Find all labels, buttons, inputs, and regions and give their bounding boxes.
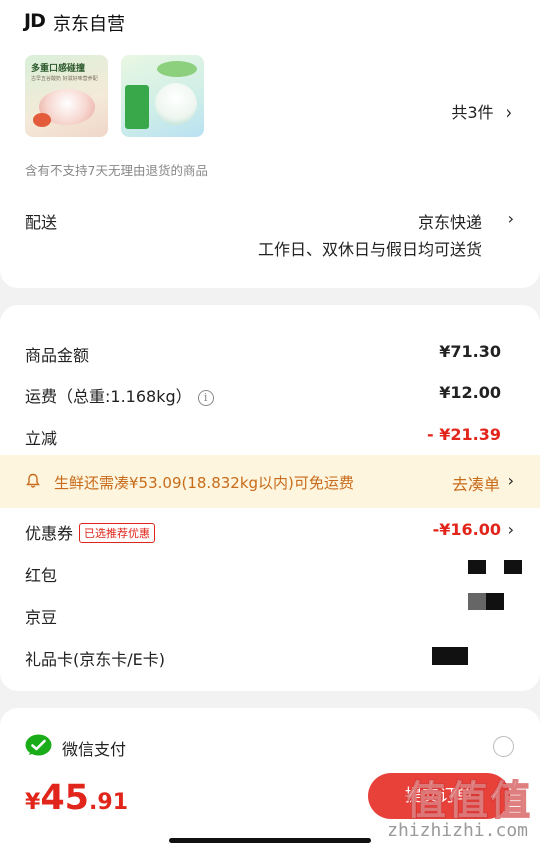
total-currency: ¥ bbox=[25, 790, 41, 815]
store-name: 京东自营 bbox=[53, 14, 125, 35]
coupon-value[interactable]: -¥16.00 bbox=[433, 520, 501, 539]
item-count[interactable]: 共3件 › bbox=[451, 99, 512, 124]
chevron-right-icon: › bbox=[505, 101, 512, 124]
payment-radio[interactable] bbox=[493, 736, 514, 757]
total-decimal: .91 bbox=[89, 790, 129, 815]
chevron-right-icon[interactable]: › bbox=[508, 471, 514, 490]
leaf-image bbox=[157, 61, 197, 77]
freight-label: 运费（总重:1.168kg） bbox=[25, 387, 192, 406]
free-shipping-banner[interactable]: 生鲜还需凑¥53.09(18.832kg以内)可免运费 去凑单 › bbox=[0, 455, 540, 508]
item-count-label: 共3件 bbox=[451, 103, 494, 122]
chevron-right-icon[interactable]: › bbox=[508, 209, 514, 228]
redacted-block bbox=[468, 593, 486, 610]
return-policy-notice: 含有不支持7天无理由退货的商品 bbox=[25, 163, 208, 178]
shipping-method[interactable]: 京东快递 bbox=[418, 209, 482, 233]
product-thumbnail-1[interactable]: 多重口感碰撞 古早五谷酸奶 好滋好味营养配 bbox=[25, 55, 108, 137]
thumbnail-subtext: 古早五谷酸奶 好滋好味营养配 bbox=[31, 76, 98, 82]
banner-text: 生鲜还需凑¥53.09(18.832kg以内)可免运费 bbox=[54, 474, 354, 492]
discount-value: - ¥21.39 bbox=[427, 425, 501, 444]
payment-method-label: 微信支付 bbox=[62, 740, 127, 759]
chevron-right-icon[interactable]: › bbox=[508, 520, 514, 539]
total-integer: 45 bbox=[40, 778, 90, 818]
product-thumbnail-2[interactable] bbox=[121, 55, 204, 137]
goods-amount-value: ¥71.30 bbox=[439, 342, 501, 361]
redacted-block bbox=[468, 560, 486, 574]
info-icon[interactable]: i bbox=[197, 390, 214, 406]
wechat-pay-icon bbox=[25, 734, 52, 756]
coupon-label: 优惠券 bbox=[25, 524, 74, 543]
freight-value: ¥12.00 bbox=[439, 383, 501, 402]
coupon-row[interactable]: 优惠券 已选推荐优惠 bbox=[25, 520, 156, 544]
freight-row: 运费（总重:1.168kg） i bbox=[25, 383, 214, 407]
redacted-block bbox=[486, 593, 504, 610]
redacted-block bbox=[504, 560, 522, 574]
jingdou-label: 京豆 bbox=[25, 608, 58, 627]
watermark-logo: 值值值 bbox=[405, 777, 532, 825]
total-price: ¥45.91 bbox=[25, 778, 128, 818]
bell-icon bbox=[26, 473, 40, 488]
add-items-link[interactable]: 去凑单 bbox=[452, 471, 500, 495]
yogurt-cup-image bbox=[155, 83, 197, 125]
watermark-url: zhizhizhi.com bbox=[387, 820, 528, 841]
discount-label: 立减 bbox=[25, 429, 58, 448]
coupon-tag: 已选推荐优惠 bbox=[79, 523, 156, 543]
home-indicator[interactable] bbox=[169, 838, 371, 843]
redacted-block bbox=[432, 647, 468, 665]
shipping-description: 工作日、双休日与假日均可送货 bbox=[257, 240, 482, 259]
store-card: JD 京东自营 多重口感碰撞 古早五谷酸奶 好滋好味营养配 共3件 › 含有不支持… bbox=[0, 0, 540, 288]
fruit-image bbox=[33, 113, 51, 127]
giftcard-label: 礼品卡(京东卡/E卡) bbox=[25, 650, 165, 669]
redpacket-label: 红包 bbox=[25, 566, 58, 585]
product-badge bbox=[125, 85, 149, 129]
thumbnail-tag: 多重口感碰撞 bbox=[31, 64, 86, 74]
shipping-label: 配送 bbox=[25, 213, 58, 232]
goods-amount-label: 商品金额 bbox=[25, 346, 90, 365]
jd-logo: JD bbox=[24, 10, 46, 32]
